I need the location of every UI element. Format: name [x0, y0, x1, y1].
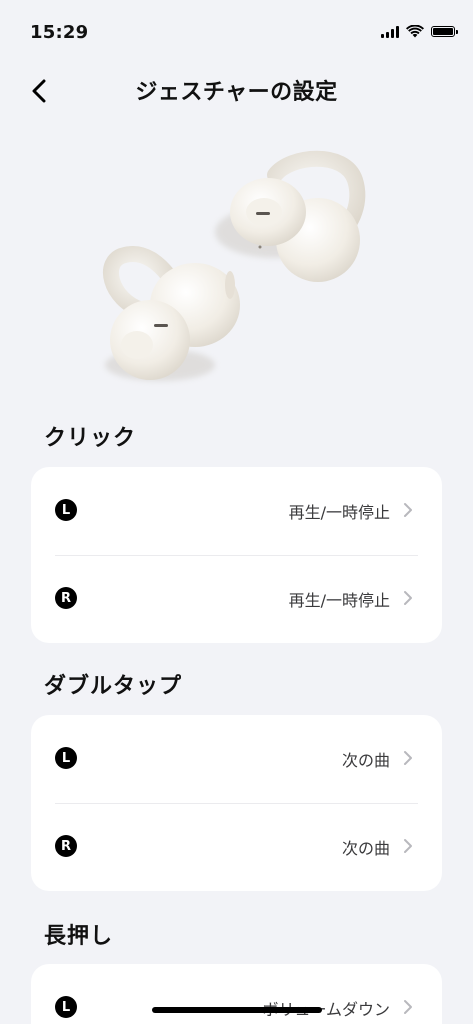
section-title-click: クリック	[44, 426, 137, 451]
click-left-value: 再生/一時停止	[288, 503, 390, 522]
double-tap-left-row[interactable]: L 次の曲	[31, 715, 442, 803]
double-tap-right-value: 次の曲	[341, 839, 390, 858]
right-earbud-badge: R	[55, 835, 77, 857]
chevron-right-icon	[404, 503, 412, 517]
page-title: ジェスチャーの設定	[135, 80, 338, 105]
gesture-settings-screen: 15:29 ジェスチャーの設定 クリック L 再生/一時停止 R 再生/一時停止…	[0, 0, 473, 1024]
long-press-left-row[interactable]: L ボリュームダウン	[31, 964, 442, 1024]
chevron-right-icon	[404, 839, 412, 853]
status-time: 15:29	[30, 22, 89, 43]
battery-icon	[431, 26, 458, 37]
earbuds-image	[103, 150, 366, 381]
long-press-settings-card: L ボリュームダウン	[31, 964, 442, 1024]
wifi-icon	[406, 25, 424, 38]
cellular-signal-icon	[381, 25, 399, 38]
left-earbud-badge: L	[55, 996, 77, 1018]
click-settings-card: L 再生/一時停止 R 再生/一時停止	[31, 467, 442, 643]
section-title-long-press: 長押し	[44, 924, 114, 949]
double-tap-settings-card: L 次の曲 R 次の曲	[31, 715, 442, 891]
status-icons	[381, 25, 458, 38]
left-earbud-badge: L	[55, 499, 77, 521]
home-indicator[interactable]	[152, 1007, 322, 1013]
double-tap-left-value: 次の曲	[341, 751, 390, 770]
chevron-right-icon	[404, 1000, 412, 1014]
chevron-right-icon	[404, 751, 412, 765]
status-bar: 15:29	[0, 0, 473, 60]
click-right-value: 再生/一時停止	[288, 591, 390, 610]
section-title-double-tap: ダブルタップ	[44, 674, 183, 699]
chevron-right-icon	[404, 591, 412, 605]
navigation-bar: ジェスチャーの設定	[0, 64, 473, 116]
right-earbud-badge: R	[55, 587, 77, 609]
click-right-row[interactable]: R 再生/一時停止	[31, 555, 442, 643]
click-left-row[interactable]: L 再生/一時停止	[31, 467, 442, 555]
left-earbud-badge: L	[55, 747, 77, 769]
double-tap-right-row[interactable]: R 次の曲	[31, 803, 442, 891]
